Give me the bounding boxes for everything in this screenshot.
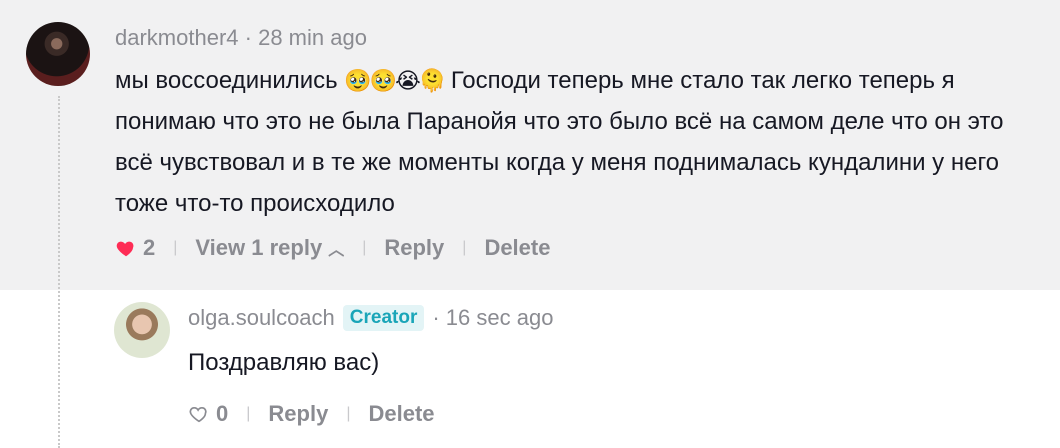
comment-text: мы воссоединились 🥹🥹😭🫠 Господи теперь мн… bbox=[115, 60, 1035, 224]
chevron-up-icon: ︿ bbox=[328, 242, 345, 259]
avatar[interactable] bbox=[114, 302, 170, 358]
like-count: 2 bbox=[143, 235, 156, 260]
delete-button[interactable]: Delete bbox=[368, 401, 434, 427]
emoji-group: 🥹🥹😭🫠 bbox=[344, 68, 446, 93]
like-count: 0 bbox=[216, 401, 229, 426]
reply-meta: olga.soulcoach Creator · 16 sec ago bbox=[188, 305, 553, 331]
reply-button[interactable]: Reply bbox=[268, 401, 328, 427]
divider: | bbox=[246, 405, 251, 422]
divider: | bbox=[346, 405, 351, 422]
username[interactable]: olga.soulcoach bbox=[188, 305, 335, 331]
username[interactable]: darkmother4 bbox=[115, 25, 239, 50]
creator-badge: Creator bbox=[342, 305, 425, 331]
reply-text: Поздравляю вас) bbox=[188, 349, 380, 376]
divider: | bbox=[362, 239, 367, 256]
comment-text-start: мы воссоединились bbox=[115, 67, 345, 94]
reply-button[interactable]: Reply bbox=[384, 235, 444, 261]
delete-button[interactable]: Delete bbox=[484, 235, 550, 261]
thread-line bbox=[58, 96, 60, 448]
timestamp: · 28 min ago bbox=[244, 25, 367, 50]
avatar[interactable] bbox=[26, 22, 90, 86]
view-replies-label: View 1 reply bbox=[195, 235, 323, 260]
like-button[interactable]: 2 bbox=[115, 235, 155, 261]
divider: | bbox=[462, 239, 467, 256]
comment-actions: 2 | View 1 reply ︿ | Reply | Delete bbox=[115, 235, 550, 261]
heart-outline-icon bbox=[189, 406, 207, 423]
comment-meta: darkmother4 · 28 min ago bbox=[115, 25, 367, 51]
heart-filled-icon bbox=[116, 241, 134, 257]
reply-actions: 0 | Reply | Delete bbox=[188, 401, 435, 427]
view-replies-button[interactable]: View 1 reply ︿ bbox=[195, 235, 344, 261]
timestamp: · 16 sec ago bbox=[432, 305, 554, 330]
divider: | bbox=[173, 239, 178, 256]
like-button[interactable]: 0 bbox=[188, 401, 228, 427]
